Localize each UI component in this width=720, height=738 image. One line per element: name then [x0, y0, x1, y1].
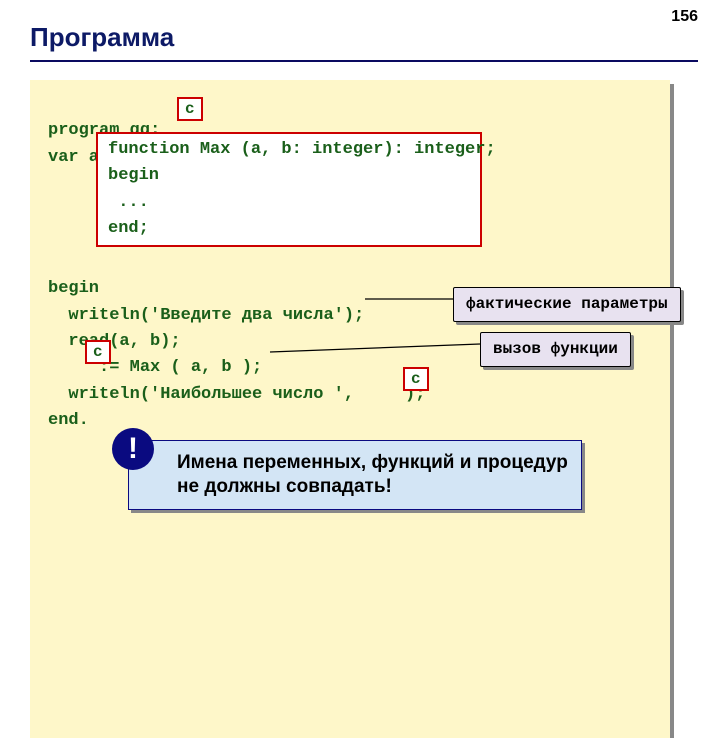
code-line	[48, 250, 652, 276]
code-line: begin	[108, 166, 159, 185]
function-definition-box: function Max (a, b: integer): integer; b…	[96, 132, 482, 247]
code-line: function Max (a, b: integer): integer;	[108, 140, 496, 159]
callout-actual-parameters: фактические параметры	[453, 287, 681, 322]
variable-c-badge: c	[403, 367, 429, 391]
code-line: writeln('Наибольшее число ', );	[48, 382, 652, 408]
code-line: ...	[108, 193, 149, 212]
callout-function-call: вызов функции	[480, 332, 631, 367]
code-line: end;	[108, 219, 149, 238]
warning-icon: !	[112, 428, 154, 470]
variable-c-badge: c	[177, 97, 203, 121]
code-block-container: program qq;var a, b, : integer; begin wr…	[30, 80, 670, 738]
code-block: program qq;var a, b, : integer; begin wr…	[30, 80, 670, 738]
warning-note: Имена переменных, функций и процедур не …	[128, 440, 582, 510]
page-number: 156	[671, 8, 698, 26]
variable-c-badge: c	[85, 340, 111, 364]
slide-title: Программа	[30, 22, 174, 53]
title-rule	[30, 60, 698, 62]
